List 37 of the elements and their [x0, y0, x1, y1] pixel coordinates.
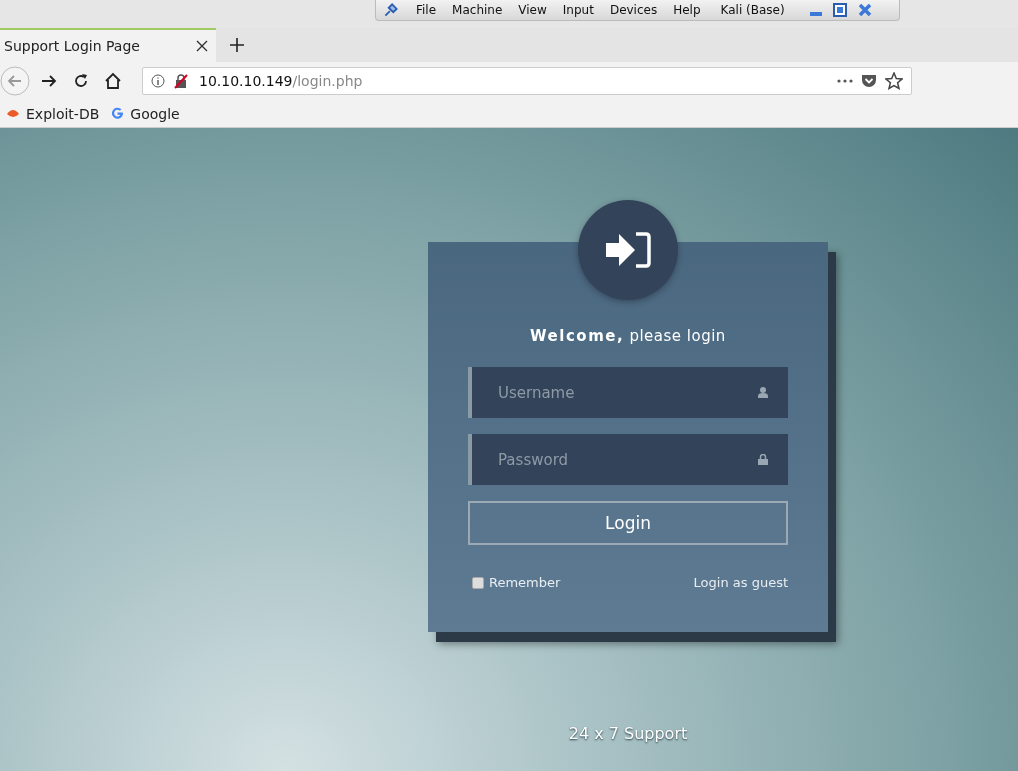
pocket-icon[interactable]	[861, 73, 877, 89]
sign-in-icon	[605, 232, 651, 268]
remember-checkbox[interactable]	[472, 576, 484, 589]
password-field[interactable]: Password	[468, 434, 788, 485]
bookmark[interactable]: Google	[111, 105, 180, 122]
welcome-text: Welcome, please login	[529, 327, 727, 345]
menu-item[interactable]: Help	[673, 3, 701, 17]
bookmark-star-icon[interactable]	[885, 72, 903, 90]
menu-item[interactable]: View	[518, 3, 547, 17]
insecure-lock-icon	[173, 73, 189, 89]
bookmark-favicon-icon	[6, 107, 20, 120]
back-icon[interactable]	[0, 66, 30, 96]
restore-icon[interactable]	[832, 3, 847, 17]
username-field[interactable]: Username	[468, 367, 788, 418]
close-icon[interactable]	[196, 40, 208, 52]
url-text: 10.10.10.149/login.php	[199, 73, 364, 89]
home-icon[interactable]	[104, 72, 122, 90]
lock-icon	[758, 454, 768, 465]
menu-item[interactable]: File	[416, 3, 437, 17]
user-icon	[758, 387, 768, 398]
info-icon[interactable]	[151, 74, 165, 88]
menu-item[interactable]: Devices	[609, 3, 658, 17]
remember-label: Remember	[489, 575, 561, 590]
guest-login-link[interactable]: Login as guest	[693, 575, 788, 590]
footer-text: 24 x 7 Support	[568, 724, 688, 743]
google-favicon-icon	[111, 107, 125, 120]
bookmark[interactable]: Exploit-DB	[6, 105, 100, 122]
reload-icon[interactable]	[72, 72, 90, 90]
menu-item[interactable]: Machine	[452, 3, 503, 17]
address-bar[interactable]: 10.10.10.149/login.php	[142, 67, 912, 95]
browser-tab[interactable]: Support Login Page	[0, 28, 216, 62]
new-tab-icon[interactable]	[230, 38, 244, 52]
login-button[interactable]: Login	[468, 501, 788, 545]
pin-icon[interactable]	[382, 1, 400, 19]
more-icon[interactable]	[837, 79, 853, 83]
menu-item[interactable]: Input	[562, 3, 594, 17]
machine-name: Kali (Base)	[720, 3, 785, 17]
